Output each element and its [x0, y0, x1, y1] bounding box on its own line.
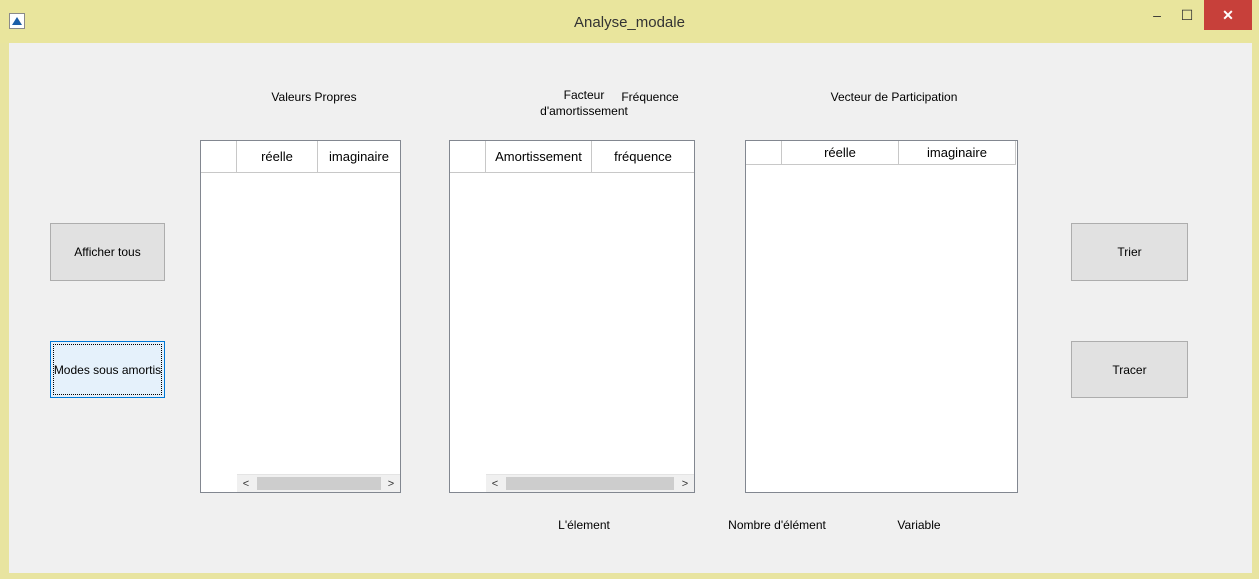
table-header: réelle imaginaire — [746, 141, 1016, 165]
label-valeurs-propres: Valeurs Propres — [271, 90, 357, 104]
column-header-imaginaire[interactable]: imaginaire — [318, 141, 400, 172]
title-bar: Analyse_modale – ☐ ✕ — [0, 0, 1259, 43]
scroll-thumb[interactable] — [257, 477, 381, 490]
column-header-amortissement[interactable]: Amortissement — [486, 141, 592, 172]
label-frequence: Fréquence — [621, 90, 679, 104]
modes-sous-amortis-button[interactable]: Modes sous amortis — [50, 341, 165, 398]
column-header-reelle[interactable]: réelle — [782, 141, 899, 164]
trier-button[interactable]: Trier — [1071, 223, 1188, 281]
horizontal-scrollbar[interactable]: < > — [450, 474, 694, 492]
scroll-corner — [201, 474, 237, 492]
tracer-button[interactable]: Tracer — [1071, 341, 1188, 398]
column-header-index[interactable] — [450, 141, 486, 172]
label-vecteur-participation: Vecteur de Participation — [830, 90, 958, 104]
table-facteur-frequence[interactable]: Amortissement fréquence < > — [449, 140, 695, 493]
column-header-frequence[interactable]: fréquence — [592, 141, 694, 172]
close-button[interactable]: ✕ — [1204, 0, 1252, 30]
horizontal-scrollbar[interactable]: < > — [201, 474, 400, 492]
scroll-right-icon[interactable]: > — [676, 475, 694, 492]
table-header: réelle imaginaire — [201, 141, 400, 173]
column-header-index[interactable] — [746, 141, 782, 164]
client-area: Valeurs Propres Facteur d'amortissement … — [9, 43, 1252, 573]
maximize-button[interactable]: ☐ — [1172, 0, 1202, 30]
scroll-corner — [450, 474, 486, 492]
minimize-button[interactable]: – — [1142, 0, 1172, 30]
scroll-thumb[interactable] — [506, 477, 674, 490]
label-facteur-line2: d'amortissement — [540, 104, 628, 118]
label-variable: Variable — [897, 518, 941, 532]
scroll-left-icon[interactable]: < — [237, 475, 255, 492]
column-header-index[interactable] — [201, 141, 237, 172]
table-header: Amortissement fréquence — [450, 141, 694, 173]
label-element: L'élement — [558, 518, 610, 532]
column-header-reelle[interactable]: réelle — [237, 141, 318, 172]
table-vecteur-participation[interactable]: réelle imaginaire — [745, 140, 1018, 493]
scroll-right-icon[interactable]: > — [382, 475, 400, 492]
window-title: Analyse_modale — [574, 14, 685, 31]
table-valeurs-propres[interactable]: réelle imaginaire < > — [200, 140, 401, 493]
column-header-imaginaire[interactable]: imaginaire — [899, 141, 1016, 164]
label-nombre-element: Nombre d'élément — [728, 518, 826, 532]
scroll-left-icon[interactable]: < — [486, 475, 504, 492]
afficher-tous-button[interactable]: Afficher tous — [50, 223, 165, 281]
